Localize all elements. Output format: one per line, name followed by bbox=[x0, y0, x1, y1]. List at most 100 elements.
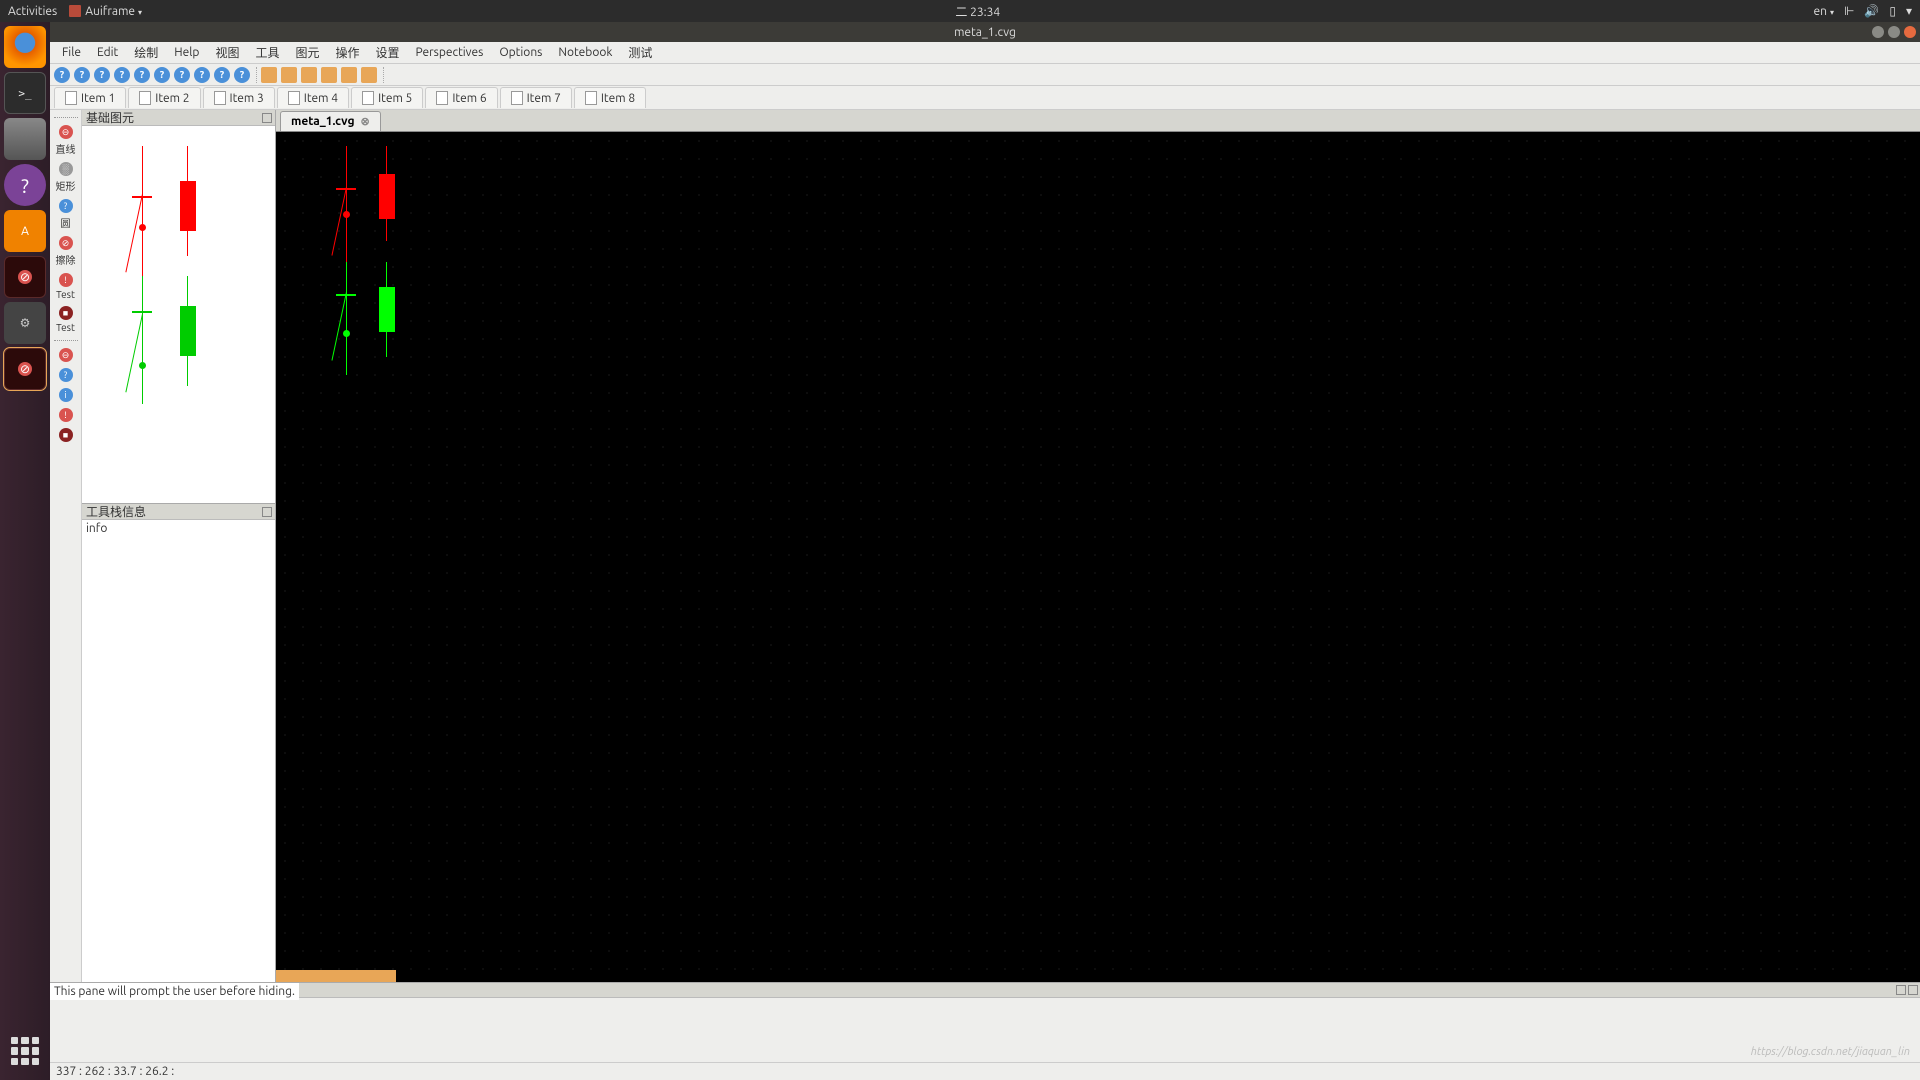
launcher-software[interactable]: A bbox=[4, 210, 46, 252]
toolbar-help-3[interactable]: ? bbox=[94, 67, 110, 83]
toolbar-help-10[interactable]: ? bbox=[234, 67, 250, 83]
menu-perspectives[interactable]: Perspectives bbox=[408, 43, 492, 62]
tool-sidebar: ⊖ 直线 ░ 矩形 ?圆⊘擦除!Test■Test ⊖? i! ■ bbox=[50, 110, 82, 982]
tab-item[interactable]: Item 2 bbox=[128, 87, 200, 108]
menubar: FileEdit绘制Help视图工具图元操作设置PerspectivesOpti… bbox=[50, 42, 1920, 64]
tab-item[interactable]: Item 8 bbox=[574, 87, 646, 108]
tool-secondary[interactable]: ■ bbox=[52, 426, 80, 444]
launcher-firefox[interactable] bbox=[4, 26, 46, 68]
tool-label: 直线 bbox=[56, 141, 76, 156]
preview-panel[interactable] bbox=[82, 126, 275, 504]
tab-item[interactable]: Item 3 bbox=[203, 87, 275, 108]
close-icon[interactable]: ⊗ bbox=[361, 115, 370, 128]
toolbar-folder-5[interactable] bbox=[341, 67, 357, 83]
lang-indicator[interactable]: en▾ bbox=[1813, 5, 1834, 18]
menu-notebook[interactable]: Notebook bbox=[550, 43, 620, 62]
window-title: meta_1.cvg bbox=[954, 26, 1016, 39]
tool-secondary[interactable]: i bbox=[52, 386, 80, 404]
menu-操作[interactable]: 操作 bbox=[328, 41, 368, 64]
window-close[interactable] bbox=[1904, 26, 1916, 38]
launcher-app-b[interactable]: ⊘ bbox=[4, 348, 46, 390]
tool-icon: ⊖ bbox=[59, 125, 73, 139]
file-icon bbox=[436, 91, 448, 105]
menu-图元[interactable]: 图元 bbox=[287, 41, 327, 64]
tool-矩形[interactable]: ░ 矩形 bbox=[52, 160, 80, 195]
tab-item[interactable]: Item 5 bbox=[351, 87, 423, 108]
launcher-app-a[interactable]: ⊘ bbox=[4, 256, 46, 298]
menu-设置[interactable]: 设置 bbox=[368, 41, 408, 64]
tool-icon: ■ bbox=[59, 306, 73, 320]
toolbar-help-2[interactable]: ? bbox=[74, 67, 90, 83]
tool-label: 矩形 bbox=[56, 178, 76, 193]
item-tabbar: Item 1Item 2Item 3Item 4Item 5Item 6Item… bbox=[50, 86, 1920, 110]
toolbar-help-7[interactable]: ? bbox=[174, 67, 190, 83]
launcher-settings[interactable]: ⚙ bbox=[4, 302, 46, 344]
tool-secondary[interactable]: ! bbox=[52, 406, 80, 424]
toolbar-help-9[interactable]: ? bbox=[214, 67, 230, 83]
statusbar: 337 : 262 : 33.7 : 26.2 : bbox=[50, 1062, 1920, 1080]
tab-item[interactable]: Item 7 bbox=[500, 87, 572, 108]
menu-file[interactable]: File bbox=[54, 43, 89, 62]
canvas-tab[interactable]: meta_1.cvg ⊗ bbox=[280, 111, 381, 131]
toolbar-group-help: ? ? ? ? ? ? ? ? ? ? bbox=[54, 67, 257, 83]
text-pane-maximize[interactable] bbox=[1896, 985, 1906, 995]
app-menu[interactable]: Auiframe▾ bbox=[69, 5, 142, 18]
app-icon bbox=[69, 5, 81, 17]
toolbar-folder-1[interactable] bbox=[261, 67, 277, 83]
tool-secondary[interactable]: ⊖ bbox=[52, 346, 80, 364]
horizontal-scrollbar[interactable] bbox=[276, 970, 396, 982]
menu-edit[interactable]: Edit bbox=[89, 43, 126, 62]
preview-maximize-icon[interactable] bbox=[262, 113, 272, 123]
launcher-terminal[interactable]: >_ bbox=[4, 72, 46, 114]
tool-icon: ░ bbox=[59, 162, 73, 176]
tab-item[interactable]: Item 4 bbox=[277, 87, 349, 108]
system-menu[interactable]: ▾ bbox=[1906, 4, 1912, 18]
toolbar-folder-6[interactable] bbox=[361, 67, 377, 83]
tab-label: Item 5 bbox=[378, 92, 412, 105]
window-minimize[interactable] bbox=[1872, 26, 1884, 38]
status-coords: 337 : 262 : 33.7 : 26.2 : bbox=[56, 1065, 174, 1078]
text-pane-close[interactable] bbox=[1908, 985, 1918, 995]
toolbar-folder-3[interactable] bbox=[301, 67, 317, 83]
battery-icon[interactable]: ▯ bbox=[1889, 4, 1896, 18]
tool-icon: ⊖ bbox=[59, 348, 73, 362]
toolbar-folder-4[interactable] bbox=[321, 67, 337, 83]
tool-secondary[interactable]: ? bbox=[52, 366, 80, 384]
canvas-area: meta_1.cvg ⊗ bbox=[276, 110, 1920, 982]
tool-Test[interactable]: ■Test bbox=[52, 304, 80, 335]
tab-item[interactable]: Item 1 bbox=[54, 87, 126, 108]
toolbar-help-6[interactable]: ? bbox=[154, 67, 170, 83]
tool-擦除[interactable]: ⊘擦除 bbox=[52, 234, 80, 269]
launcher-help[interactable]: ? bbox=[4, 164, 46, 206]
toolbar-help-1[interactable]: ? bbox=[54, 67, 70, 83]
menu-测试[interactable]: 测试 bbox=[620, 41, 660, 64]
info-panel-header: 工具栈信息 bbox=[82, 504, 275, 520]
text-pane: Text Pane with Hide Prompt This pane wil… bbox=[50, 982, 1920, 1062]
tool-Test[interactable]: !Test bbox=[52, 271, 80, 302]
menu-help[interactable]: Help bbox=[166, 43, 207, 62]
launcher-files[interactable] bbox=[4, 118, 46, 160]
network-icon[interactable]: ⊩ bbox=[1844, 4, 1854, 18]
canvas-tab-label: meta_1.cvg bbox=[291, 115, 355, 128]
tab-label: Item 1 bbox=[81, 92, 115, 105]
window-maximize[interactable] bbox=[1888, 26, 1900, 38]
toolbar-help-5[interactable]: ? bbox=[134, 67, 150, 83]
tab-item[interactable]: Item 6 bbox=[425, 87, 497, 108]
info-maximize-icon[interactable] bbox=[262, 507, 272, 517]
toolbar-help-4[interactable]: ? bbox=[114, 67, 130, 83]
menu-视图[interactable]: 视图 bbox=[207, 41, 247, 64]
activities-button[interactable]: Activities bbox=[8, 5, 57, 18]
clock[interactable]: 二 23:34 bbox=[955, 6, 1000, 19]
preview-panel-header: 基础图元 bbox=[82, 110, 275, 126]
canvas-tabbar: meta_1.cvg ⊗ bbox=[276, 110, 1920, 132]
drawing-canvas[interactable] bbox=[276, 132, 1920, 982]
menu-工具[interactable]: 工具 bbox=[247, 41, 287, 64]
toolbar-help-8[interactable]: ? bbox=[194, 67, 210, 83]
launcher-apps-grid[interactable] bbox=[4, 1030, 46, 1072]
menu-绘制[interactable]: 绘制 bbox=[126, 41, 166, 64]
volume-icon[interactable]: 🔊 bbox=[1864, 4, 1879, 18]
toolbar-folder-2[interactable] bbox=[281, 67, 297, 83]
tool-直线[interactable]: ⊖ 直线 bbox=[52, 123, 80, 158]
menu-options[interactable]: Options bbox=[491, 43, 550, 62]
tool-圆[interactable]: ?圆 bbox=[52, 197, 80, 232]
